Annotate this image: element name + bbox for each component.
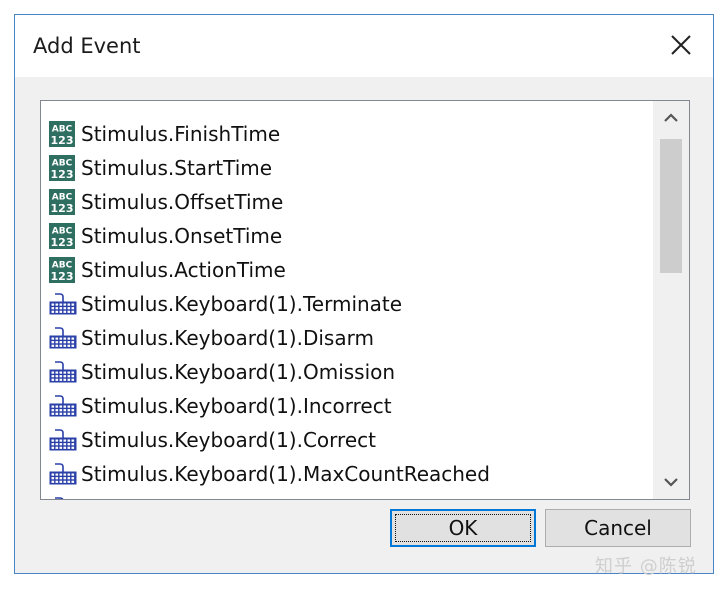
svg-text:123: 123 (51, 168, 74, 181)
list-item-label: Stimulus.StartTime (81, 156, 273, 180)
keyboard-icon (49, 426, 79, 454)
scroll-down-button[interactable] (653, 465, 689, 499)
watermark: 知乎 @陈锐 (595, 556, 697, 577)
event-listbox[interactable]: ABC 123 Stimulus.FinishTime ABC 123 Stimulus.… (40, 100, 690, 500)
list-item-label: Stimulus.OffsetTime (81, 190, 284, 214)
list-item-label: Stimulus.Keyboard(1).Omission (81, 360, 396, 384)
list-item[interactable]: Stimulus.Keyboard(1).Correct (49, 423, 376, 457)
add-event-dialog: Add Event ABC 123 Stimulus.FinishTime ABC 12… (14, 14, 714, 574)
close-button[interactable] (663, 27, 699, 63)
keyboard-icon (49, 392, 79, 420)
list-item-label: Stimulus.Keyboard(1).Correct (81, 428, 376, 452)
chevron-up-icon (664, 113, 678, 122)
scroll-thumb[interactable] (660, 139, 682, 273)
list-item[interactable]: Stimulus.Keyboard(1).TimeLimitReached (49, 491, 488, 499)
cancel-button-label: Cancel (584, 516, 652, 540)
list-item[interactable]: Stimulus.Keyboard(1).Incorrect (49, 389, 392, 423)
abc-123-icon: ABC 123 (49, 222, 79, 250)
list-item-label: Stimulus.Keyboard(1).Terminate (81, 292, 403, 316)
svg-text:123: 123 (51, 134, 74, 147)
list-item-label: Stimulus.Keyboard(1).Incorrect (81, 394, 392, 418)
scroll-up-button[interactable] (653, 101, 689, 135)
vertical-scrollbar[interactable] (653, 101, 689, 499)
abc-123-icon: ABC 123 (49, 188, 79, 216)
keyboard-icon (49, 358, 79, 386)
svg-text:123: 123 (51, 236, 74, 249)
list-item-label: Stimulus.Keyboard(1).TimeLimitReached (81, 494, 488, 499)
list-item-label: Stimulus.Keyboard(1).MaxCountReached (81, 462, 490, 486)
list-item-label: Stimulus.OnsetTime (81, 224, 283, 248)
list-item-label: Stimulus.Keyboard(1).Disarm (81, 326, 374, 350)
keyboard-icon (49, 290, 79, 318)
ok-button[interactable]: OK (390, 509, 536, 547)
list-item[interactable]: Stimulus.Keyboard(1).Omission (49, 355, 395, 389)
focus-rectangle (395, 514, 531, 542)
list-item[interactable]: Stimulus.Keyboard(1).Terminate (49, 287, 402, 321)
list-item[interactable]: ABC 123 Stimulus.StartTime (49, 151, 272, 185)
list-item-label: Stimulus.ActionTime (81, 258, 286, 282)
abc-123-icon: ABC 123 (49, 256, 79, 284)
title-bar: Add Event (15, 15, 713, 77)
svg-text:ABC: ABC (52, 125, 73, 135)
keyboard-icon (49, 460, 79, 488)
svg-text:ABC: ABC (52, 261, 73, 271)
abc-123-icon: ABC 123 (49, 154, 79, 182)
cancel-button[interactable]: Cancel (545, 509, 691, 547)
list-item[interactable]: ABC 123 Stimulus.OnsetTime (49, 219, 282, 253)
close-icon (671, 35, 691, 55)
chevron-down-icon (664, 478, 678, 487)
keyboard-icon (49, 494, 79, 499)
abc-123-icon: ABC 123 (49, 120, 79, 148)
keyboard-icon (49, 324, 79, 352)
svg-text:123: 123 (51, 202, 74, 215)
list-item[interactable]: ABC 123 Stimulus.ActionTime (49, 253, 286, 287)
list-item[interactable]: Stimulus.Keyboard(1).Disarm (49, 321, 374, 355)
list-item[interactable]: ABC 123 Stimulus.FinishTime (49, 117, 280, 151)
svg-text:ABC: ABC (52, 227, 73, 237)
event-list: ABC 123 Stimulus.FinishTime ABC 123 Stimulus.… (41, 101, 653, 499)
list-item[interactable]: Stimulus.Keyboard(1).MaxCountReached (49, 457, 490, 491)
svg-text:ABC: ABC (52, 193, 73, 203)
list-item[interactable]: ABC 123 Stimulus.OffsetTime (49, 185, 283, 219)
dialog-title: Add Event (33, 34, 141, 58)
svg-text:ABC: ABC (52, 159, 73, 169)
list-item-label: Stimulus.FinishTime (81, 122, 281, 146)
svg-text:123: 123 (51, 270, 74, 283)
